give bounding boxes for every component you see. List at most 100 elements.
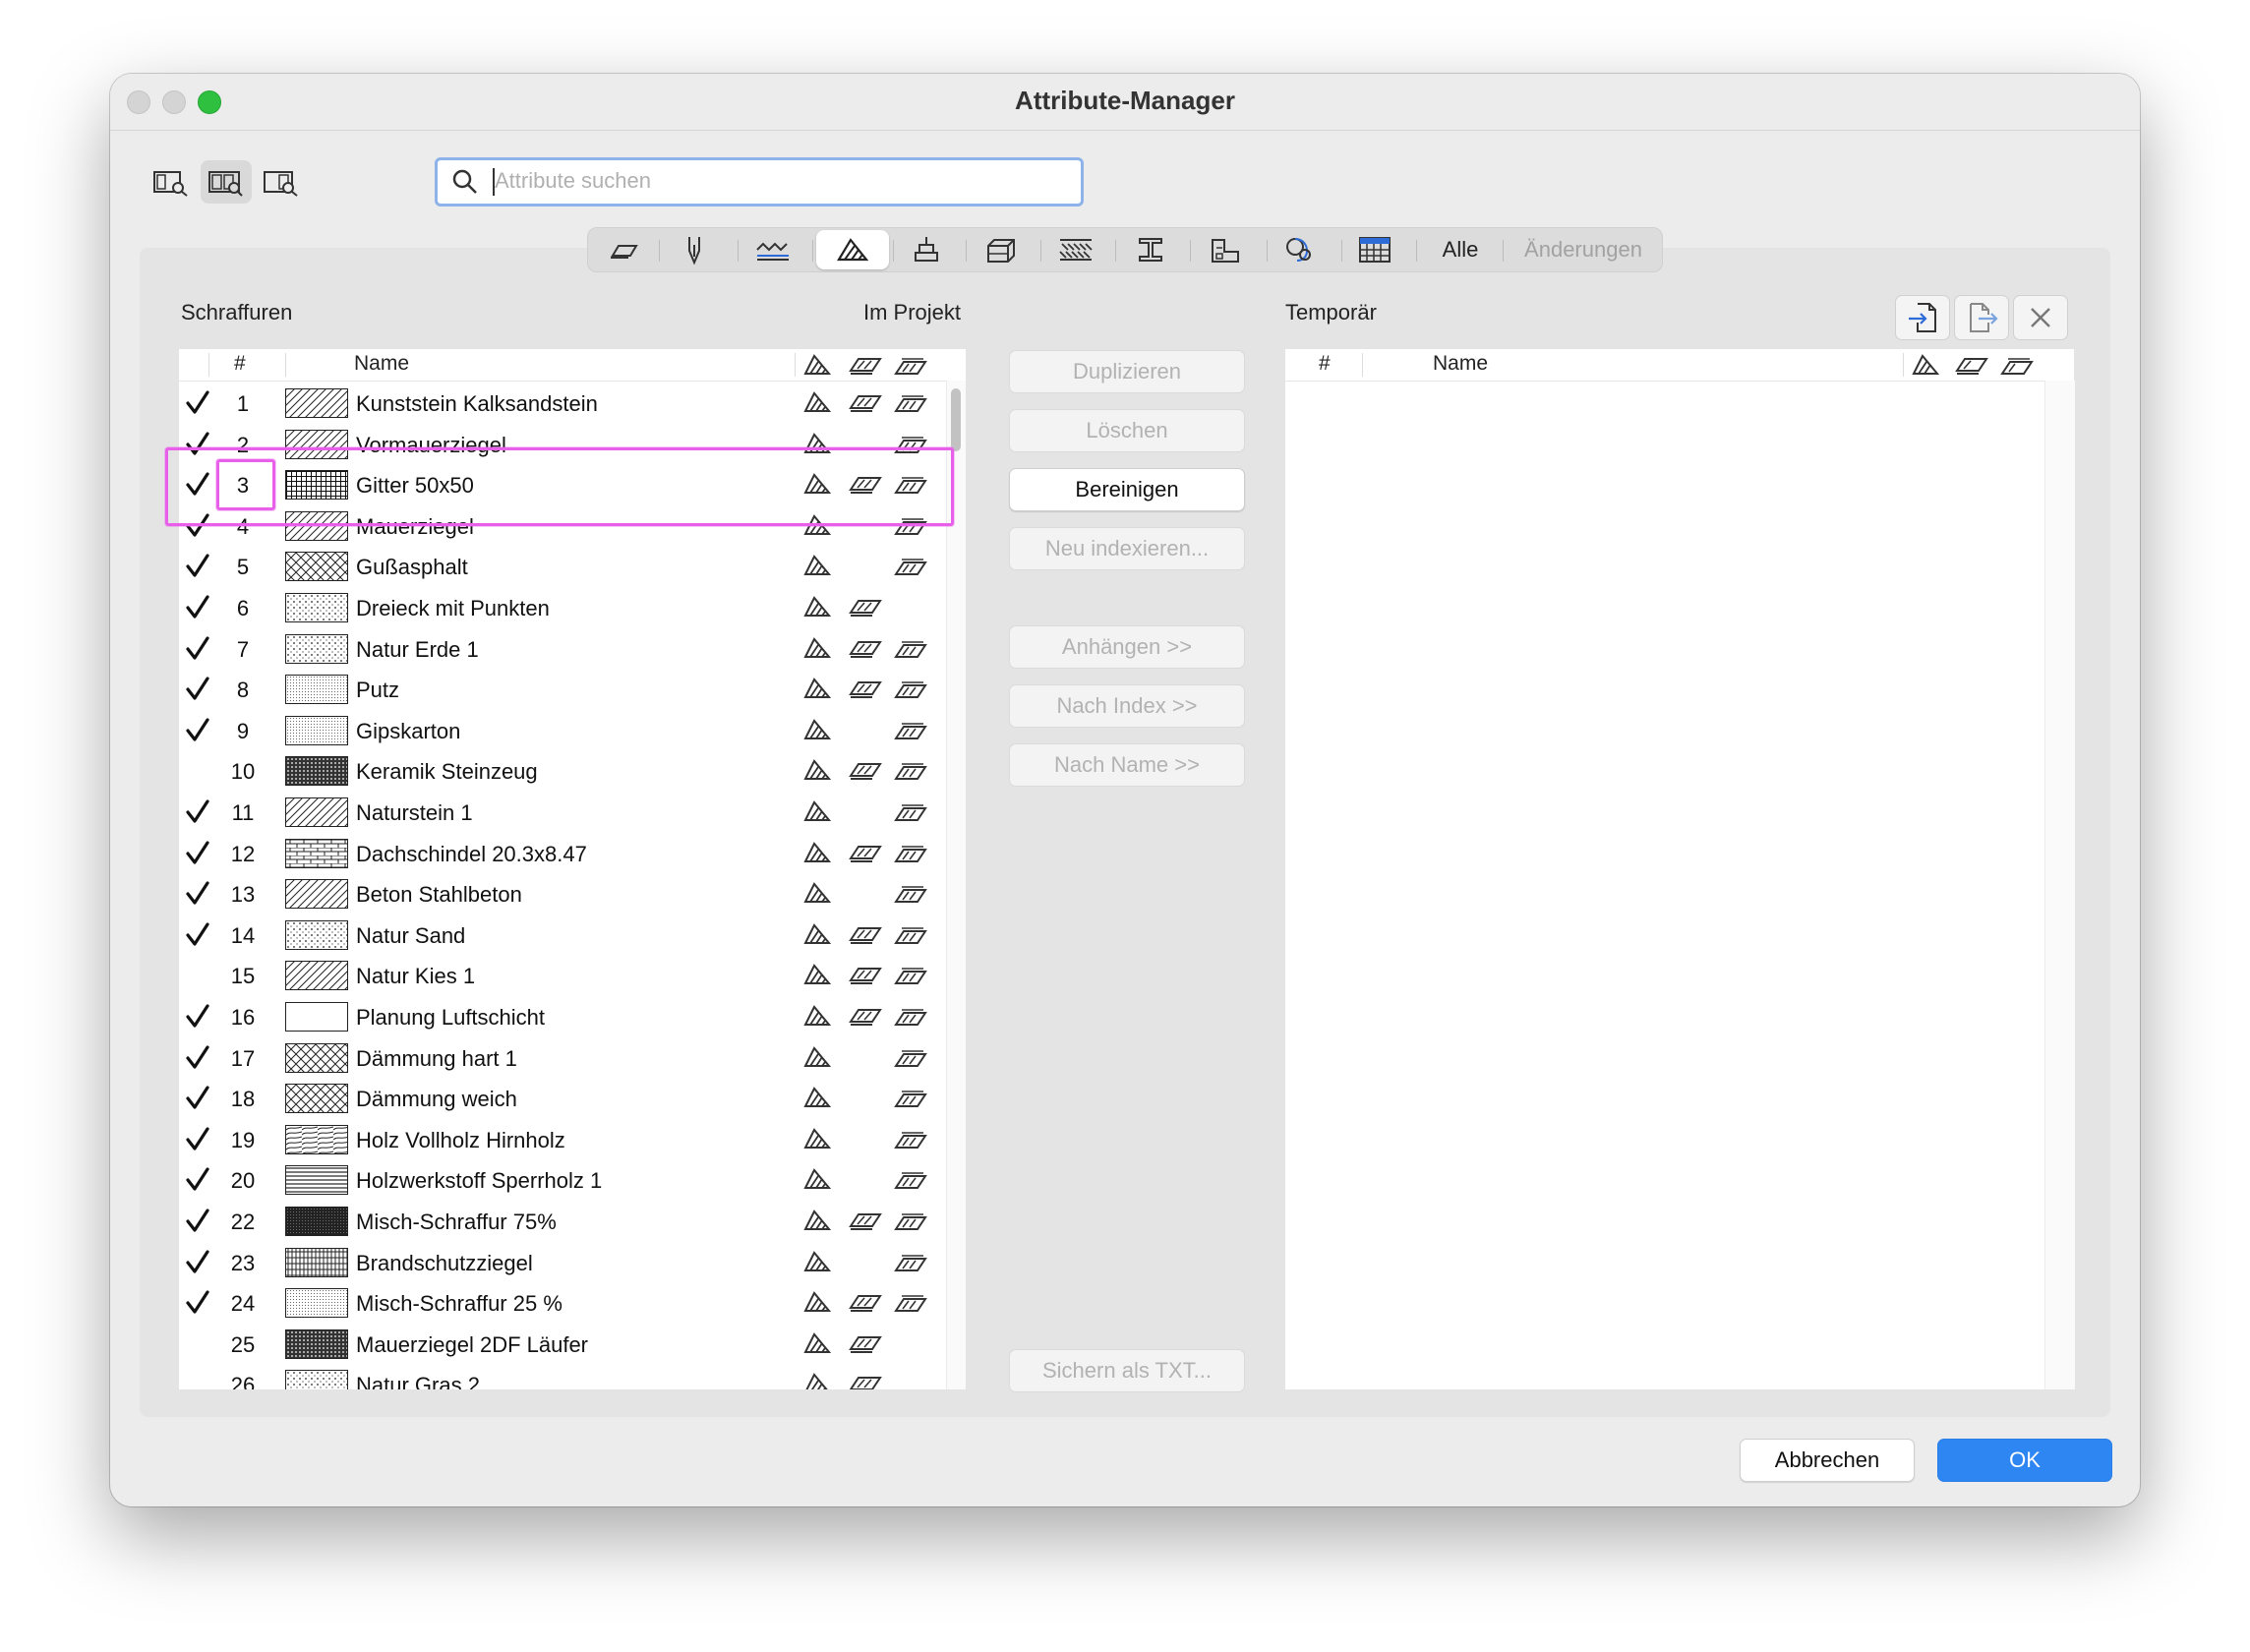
surface-fill-icon[interactable] bbox=[893, 841, 928, 864]
delete-button[interactable]: Löschen bbox=[1009, 409, 1245, 452]
tab-zone-categories[interactable] bbox=[1196, 228, 1255, 271]
surface-fill-icon[interactable] bbox=[893, 677, 928, 700]
check-icon[interactable] bbox=[183, 1246, 212, 1277]
surface-fill-icon[interactable] bbox=[893, 758, 928, 782]
check-icon[interactable] bbox=[183, 1000, 212, 1032]
check-icon[interactable] bbox=[183, 837, 212, 868]
table-row[interactable]: 26 Natur Gras 2 bbox=[179, 1364, 946, 1389]
table-row[interactable]: 12 Dachschindel 20.3x8.47 bbox=[179, 833, 946, 874]
temporary-list[interactable]: # Name bbox=[1285, 349, 2075, 1389]
check-icon[interactable] bbox=[183, 386, 212, 418]
table-row[interactable]: 1 Kunststein Kalksandstein bbox=[179, 383, 946, 424]
table-row[interactable]: 20 Holzwerkstoff Sperrholz 1 bbox=[179, 1159, 946, 1201]
surface-fill-icon[interactable] bbox=[893, 1290, 928, 1314]
table-row[interactable]: 15 Natur Kies 1 bbox=[179, 955, 946, 996]
fill-icon[interactable] bbox=[802, 677, 832, 700]
surface-fill-icon[interactable] bbox=[893, 554, 928, 577]
cover-fill-icon[interactable] bbox=[848, 390, 883, 414]
search-field[interactable]: Attribute suchen bbox=[435, 157, 1084, 206]
surface-fill-icon[interactable] bbox=[893, 390, 928, 414]
tab-building-materials[interactable] bbox=[1046, 228, 1105, 271]
tab-mep-systems[interactable] bbox=[1271, 228, 1330, 271]
list-scrollbar[interactable] bbox=[946, 381, 966, 1389]
fill-icon[interactable] bbox=[802, 1209, 832, 1232]
fill-icon[interactable] bbox=[802, 922, 832, 946]
append-button[interactable]: Anhängen >> bbox=[1009, 625, 1245, 669]
table-row[interactable]: 7 Natur Erde 1 bbox=[179, 628, 946, 670]
tab-line-types[interactable] bbox=[743, 228, 802, 271]
view-left-button[interactable] bbox=[146, 160, 197, 204]
table-row[interactable]: 9 Gipskarton bbox=[179, 710, 946, 751]
fill-icon[interactable] bbox=[802, 554, 832, 577]
cover-fill-icon[interactable] bbox=[848, 1331, 883, 1355]
duplicate-button[interactable]: Duplizieren bbox=[1009, 350, 1245, 393]
ok-button[interactable]: OK bbox=[1937, 1439, 2112, 1482]
cover-fill-icon[interactable] bbox=[848, 1290, 883, 1314]
fill-icon[interactable] bbox=[802, 1004, 832, 1028]
tab-surfaces[interactable] bbox=[1345, 228, 1404, 271]
fill-icon[interactable] bbox=[802, 595, 832, 619]
table-row[interactable]: 13 Beton Stahlbeton bbox=[179, 873, 946, 914]
reindex-button[interactable]: Neu indexieren... bbox=[1009, 527, 1245, 570]
surface-fill-icon[interactable] bbox=[893, 922, 928, 946]
import-button[interactable] bbox=[1895, 295, 1950, 340]
fill-icon[interactable] bbox=[802, 881, 832, 905]
fill-icon[interactable] bbox=[802, 390, 832, 414]
table-row[interactable]: 25 Mauerziegel 2DF Läufer bbox=[179, 1324, 946, 1365]
cover-fill-icon[interactable] bbox=[848, 636, 883, 660]
fill-icon[interactable] bbox=[802, 841, 832, 864]
export-button[interactable] bbox=[1954, 295, 2009, 340]
table-row[interactable]: 18 Dämmung weich bbox=[179, 1078, 946, 1119]
check-icon[interactable] bbox=[183, 877, 212, 909]
cover-fill-icon[interactable] bbox=[848, 963, 883, 986]
view-both-button[interactable] bbox=[201, 160, 252, 204]
table-row[interactable]: 24 Misch-Schraffur 25 % bbox=[179, 1282, 946, 1324]
check-icon[interactable] bbox=[183, 1041, 212, 1073]
fill-icon[interactable] bbox=[802, 636, 832, 660]
table-row[interactable]: 8 Putz bbox=[179, 669, 946, 710]
tab-layers[interactable] bbox=[594, 228, 653, 271]
surface-fill-icon[interactable] bbox=[893, 636, 928, 660]
list-scroll-thumb[interactable] bbox=[951, 388, 961, 451]
table-row[interactable]: 22 Misch-Schraffur 75% bbox=[179, 1201, 946, 1242]
header-number[interactable]: # bbox=[234, 352, 246, 376]
check-icon[interactable] bbox=[183, 673, 212, 704]
cover-fill-icon[interactable] bbox=[848, 595, 883, 619]
check-icon[interactable] bbox=[183, 714, 212, 745]
cover-fill-icon[interactable] bbox=[848, 677, 883, 700]
cover-fill-icon[interactable] bbox=[848, 1209, 883, 1232]
tab-profiles[interactable] bbox=[972, 228, 1031, 271]
temp-list-scrollbar[interactable] bbox=[2044, 381, 2075, 1389]
check-icon[interactable] bbox=[183, 1286, 212, 1318]
surface-fill-icon[interactable] bbox=[893, 1045, 928, 1069]
surface-fill-icon[interactable] bbox=[893, 1167, 928, 1191]
surface-fill-icon[interactable] bbox=[893, 881, 928, 905]
table-row[interactable]: 17 Dämmung hart 1 bbox=[179, 1037, 946, 1079]
fill-icon[interactable] bbox=[802, 1127, 832, 1150]
check-icon[interactable] bbox=[183, 632, 212, 664]
fill-icon[interactable] bbox=[802, 1372, 832, 1389]
tab-changes[interactable]: Änderungen bbox=[1509, 228, 1658, 271]
tab-pens[interactable] bbox=[665, 228, 724, 271]
fill-icon[interactable] bbox=[802, 1045, 832, 1069]
by-index-button[interactable]: Nach Index >> bbox=[1009, 684, 1245, 728]
fill-icon[interactable] bbox=[802, 1250, 832, 1273]
cover-fill-icon[interactable] bbox=[848, 1004, 883, 1028]
surface-fill-icon[interactable] bbox=[893, 1086, 928, 1109]
tab-all[interactable]: Alle bbox=[1424, 228, 1497, 271]
header-name[interactable]: Name bbox=[354, 352, 409, 376]
tab-fills[interactable] bbox=[816, 230, 889, 269]
table-row[interactable]: 11 Naturstein 1 bbox=[179, 792, 946, 833]
fill-icon[interactable] bbox=[802, 963, 832, 986]
surface-fill-icon[interactable] bbox=[893, 963, 928, 986]
temp-header-number[interactable]: # bbox=[1319, 352, 1331, 376]
check-icon[interactable] bbox=[183, 1082, 212, 1113]
cover-fill-icon[interactable] bbox=[848, 841, 883, 864]
check-icon[interactable] bbox=[183, 1123, 212, 1154]
save-as-txt-button[interactable]: Sichern als TXT... bbox=[1009, 1349, 1245, 1392]
cancel-button[interactable]: Abbrechen bbox=[1740, 1439, 1915, 1482]
check-icon[interactable] bbox=[183, 796, 212, 827]
surface-fill-icon[interactable] bbox=[893, 1127, 928, 1150]
temp-header-name[interactable]: Name bbox=[1433, 352, 1488, 376]
cover-fill-icon[interactable] bbox=[848, 922, 883, 946]
